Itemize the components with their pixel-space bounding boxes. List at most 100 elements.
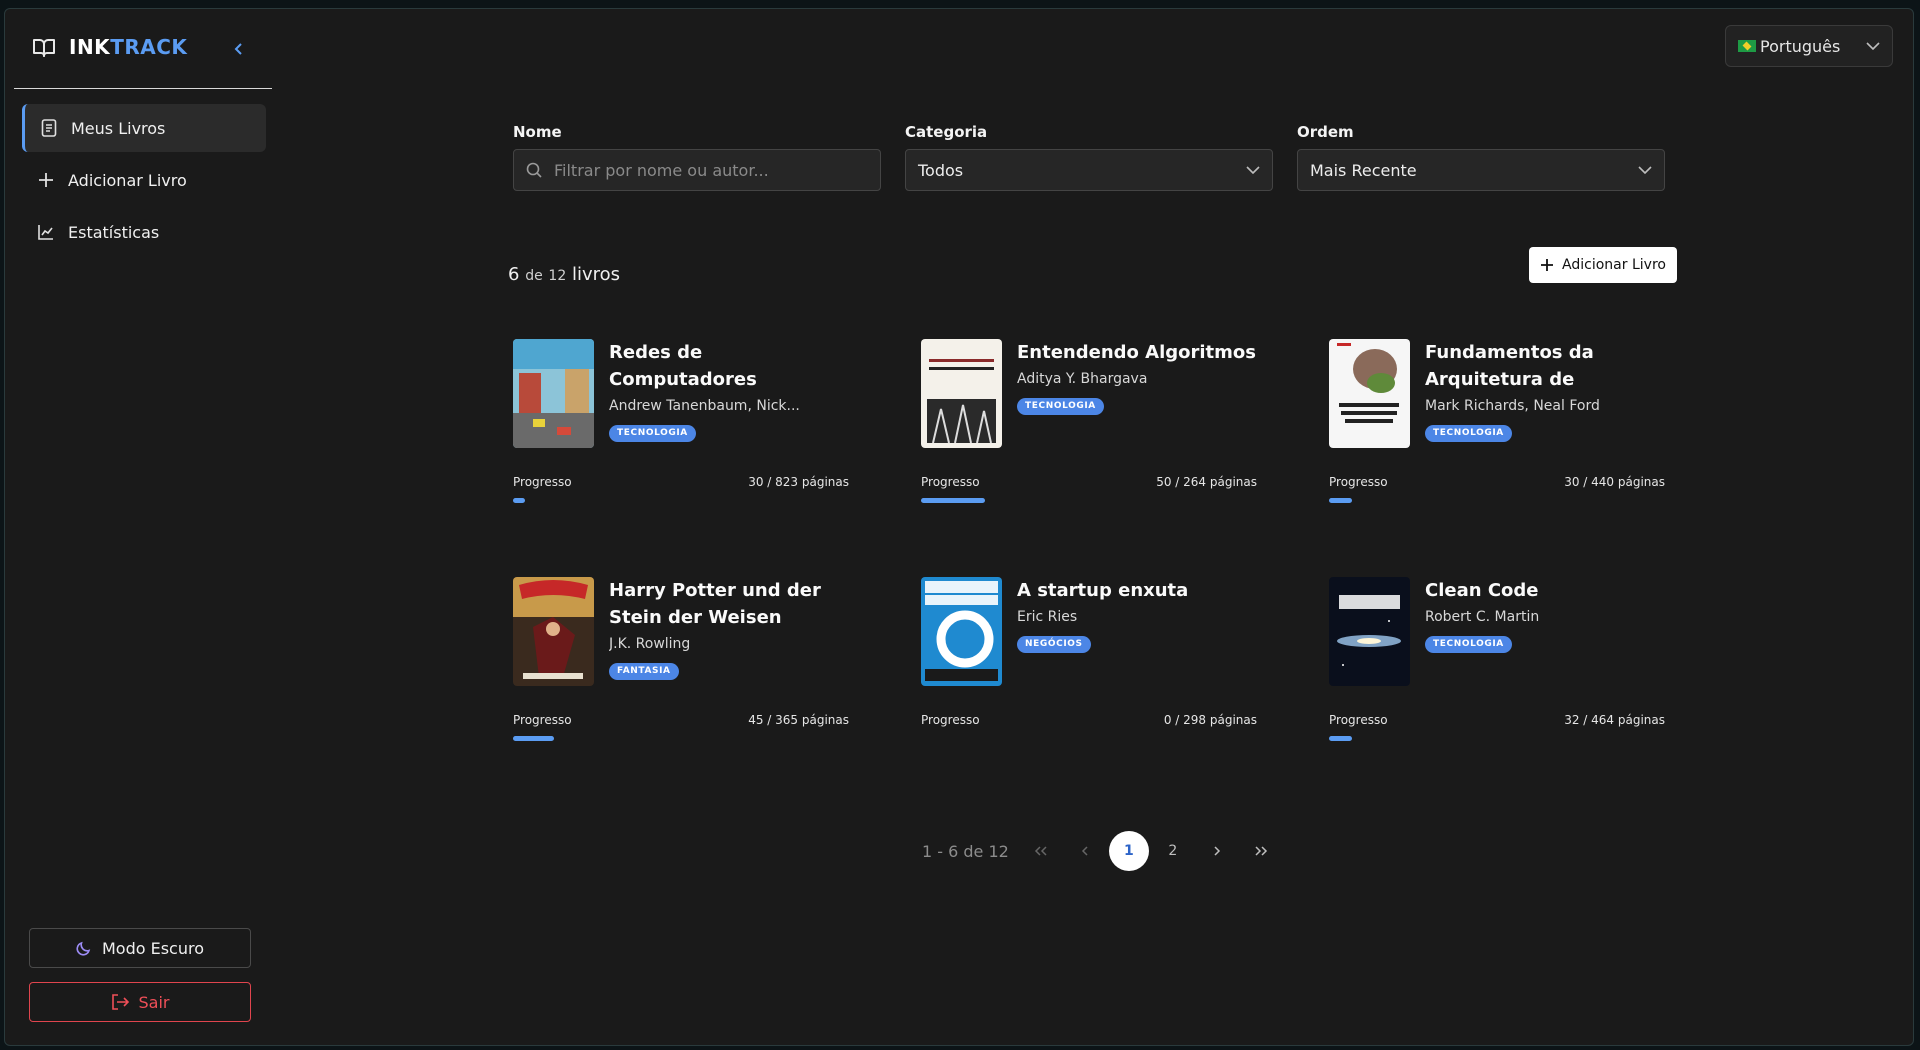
book-author: Mark Richards, Neal Ford	[1425, 398, 1600, 414]
progress-bar	[1329, 498, 1665, 503]
book-cover	[513, 339, 594, 448]
name-filter-label: Nome	[513, 123, 562, 141]
dark-mode-button[interactable]: Modo Escuro	[29, 928, 251, 968]
progress-label: Progresso	[513, 713, 572, 727]
brand-name: INKTRACK	[69, 35, 188, 59]
brazil-flag-icon	[1738, 40, 1756, 52]
page-button-current[interactable]: 1	[1107, 831, 1151, 871]
prev-page-button[interactable]	[1063, 831, 1107, 871]
category-badge: TECNOLOGIA	[1425, 636, 1512, 653]
category-badge: TECNOLOGIA	[609, 425, 696, 442]
sidebar-item-label: Meus Livros	[71, 118, 166, 138]
add-book-label: Adicionar Livro	[1562, 257, 1666, 273]
progress-fill	[1329, 498, 1352, 503]
category-value: Todos	[918, 160, 964, 180]
progress-label: Progresso	[1329, 475, 1388, 489]
progress-fill	[921, 498, 985, 503]
book-count: 6 de 12 livros	[508, 264, 621, 285]
logout-label: Sair	[138, 992, 170, 1012]
book-author: Aditya Y. Bhargava	[1017, 371, 1148, 387]
book-cover	[1329, 339, 1410, 448]
progress-label: Progresso	[1329, 713, 1388, 727]
search-input[interactable]	[552, 159, 868, 181]
book-cover	[513, 577, 594, 686]
sidebar-item-my-books[interactable]: Meus Livros	[22, 104, 266, 152]
book-card[interactable]: Harry Potter und der Stein der Weisen J.…	[513, 577, 849, 757]
book-title: Harry Potter und der Stein der Weisen	[609, 580, 821, 628]
progress-bar	[921, 736, 1257, 741]
chevron-left-icon	[234, 43, 242, 55]
chevron-down-icon	[1246, 166, 1260, 174]
language-select[interactable]: Português	[1725, 25, 1893, 67]
pagination-range: 1 - 6 de 12	[922, 841, 1009, 861]
sidebar-item-label: Adicionar Livro	[68, 170, 187, 190]
chevron-right-icon	[1214, 846, 1220, 856]
sidebar-item-label: Estatísticas	[68, 222, 160, 242]
book-author: J.K. Rowling	[609, 636, 691, 652]
sidebar-item-statistics[interactable]: Estatísticas	[22, 208, 266, 256]
category-badge: TECNOLOGIA	[1017, 398, 1104, 415]
book-card[interactable]: Clean Code Robert C. Martin TECNOLOGIA P…	[1329, 577, 1665, 757]
progress-label: Progresso	[921, 475, 980, 489]
brand: INKTRACK	[33, 35, 187, 59]
sidebar-nav: Meus Livros Adicionar Livro Estatísticas	[22, 104, 266, 260]
app-window: INKTRACK Meus Livros Adicionar Livro Est…	[4, 8, 1914, 1046]
order-filter-label: Ordem	[1297, 123, 1354, 141]
progress-fill	[1329, 736, 1353, 741]
category-filter-label: Categoria	[905, 123, 988, 141]
progress-label: Progresso	[513, 475, 572, 489]
book-open-icon	[33, 39, 55, 57]
pagination: 1 - 6 de 12 1 2	[922, 831, 1283, 871]
plus-icon	[39, 173, 53, 187]
logout-icon	[111, 994, 129, 1010]
progress-label: Progresso	[921, 713, 980, 727]
name-filter-field[interactable]	[513, 149, 881, 191]
progress-bar	[513, 498, 849, 503]
chevron-down-icon	[1638, 166, 1652, 174]
category-badge: NEGÓCIOS	[1017, 636, 1091, 653]
chevron-left-icon	[1081, 846, 1088, 856]
book-card[interactable]: Redes de Computadores (coedição Bookman …	[513, 339, 849, 519]
category-badge: FANTASIA	[609, 663, 679, 680]
book-cover	[921, 339, 1002, 448]
last-page-button[interactable]	[1239, 831, 1283, 871]
chevrons-left-icon	[1034, 846, 1047, 856]
book-cover	[921, 577, 1002, 686]
divider	[14, 88, 272, 89]
sidebar-item-add-book[interactable]: Adicionar Livro	[22, 156, 266, 204]
dark-mode-label: Modo Escuro	[101, 938, 205, 958]
book-title: Fundamentos da Arquitetura de Software .…	[1425, 342, 1594, 390]
book-title: Clean Code	[1425, 580, 1539, 601]
next-page-button[interactable]	[1195, 831, 1239, 871]
progress-pages: 45 / 365 páginas	[748, 713, 849, 727]
book-author: Andrew Tanenbaum, Nick...	[609, 398, 800, 414]
first-page-button[interactable]	[1019, 831, 1063, 871]
category-select[interactable]: Todos	[905, 149, 1273, 191]
language-value: Português	[1760, 36, 1841, 56]
search-icon	[526, 162, 542, 178]
progress-bar	[921, 498, 1257, 503]
plus-icon	[1541, 259, 1554, 271]
order-select[interactable]: Mais Recente	[1297, 149, 1665, 191]
book-list-icon	[41, 119, 57, 137]
book-card[interactable]: Fundamentos da Arquitetura de Software .…	[1329, 339, 1665, 519]
book-card[interactable]: Entendendo Algoritmos Aditya Y. Bhargava…	[921, 339, 1257, 519]
book-card[interactable]: A startup enxuta Eric Ries NEGÓCIOS Prog…	[921, 577, 1257, 757]
book-title: Redes de Computadores (coedição Bookman …	[609, 342, 757, 390]
progress-fill	[513, 498, 526, 503]
progress-fill	[513, 736, 555, 741]
logout-button[interactable]: Sair	[29, 982, 251, 1022]
book-title: A startup enxuta	[1017, 580, 1189, 601]
add-book-button[interactable]: Adicionar Livro	[1529, 247, 1677, 283]
progress-bar	[513, 736, 849, 741]
sidebar: INKTRACK Meus Livros Adicionar Livro Est…	[5, 9, 277, 1045]
book-author: Robert C. Martin	[1425, 609, 1540, 625]
moon-icon	[76, 941, 91, 956]
progress-pages: 50 / 264 páginas	[1156, 475, 1257, 489]
page-button[interactable]: 2	[1151, 831, 1195, 871]
collapse-sidebar-button[interactable]	[229, 39, 249, 59]
chevron-down-icon	[1866, 42, 1880, 50]
progress-pages: 32 / 464 páginas	[1564, 713, 1665, 727]
progress-pages: 0 / 298 páginas	[1163, 713, 1257, 727]
progress-bar	[1329, 736, 1665, 741]
